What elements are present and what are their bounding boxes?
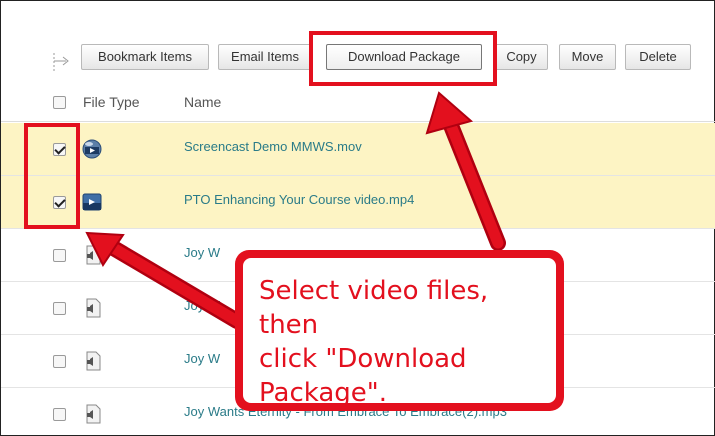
table-row[interactable]: Screencast Demo MMWS.mov bbox=[1, 123, 715, 176]
file-type-header[interactable]: File Type bbox=[83, 94, 140, 110]
file-name-link[interactable]: PTO Enhancing Your Course video.mp4 bbox=[184, 192, 414, 207]
name-header[interactable]: Name bbox=[184, 94, 221, 110]
audio-file-icon bbox=[86, 245, 101, 265]
file-name-link[interactable]: Screencast Demo MMWS.mov bbox=[184, 139, 362, 154]
audio-file-icon bbox=[86, 404, 101, 424]
video-file-icon bbox=[82, 139, 102, 159]
tree-arrow-icon bbox=[53, 53, 69, 71]
select-all-checkbox[interactable] bbox=[53, 96, 66, 109]
audio-file-icon bbox=[86, 298, 101, 318]
file-name-link[interactable]: Joy W bbox=[184, 245, 220, 260]
delete-button[interactable]: Delete bbox=[625, 44, 691, 70]
file-name-link[interactable]: Joy W bbox=[184, 298, 220, 313]
instruction-callout: Select video files, then click "Download… bbox=[235, 250, 564, 411]
row-checkbox[interactable] bbox=[53, 408, 66, 421]
email-items-button[interactable]: Email Items bbox=[218, 44, 312, 70]
row-checkbox[interactable] bbox=[53, 355, 66, 368]
callout-line: click "Download bbox=[259, 344, 467, 374]
instruction-callout-text: Select video files, then click "Download… bbox=[243, 258, 556, 408]
bookmark-items-button[interactable]: Bookmark Items bbox=[81, 44, 209, 70]
row-checkbox[interactable] bbox=[53, 302, 66, 315]
download-highlight-box bbox=[309, 31, 497, 86]
row-checkbox[interactable] bbox=[53, 249, 66, 262]
move-button[interactable]: Move bbox=[559, 44, 616, 70]
table-header: File Type Name bbox=[1, 84, 715, 122]
video-file-icon bbox=[82, 193, 102, 211]
checkbox-highlight-box bbox=[24, 123, 80, 229]
table-row[interactable]: PTO Enhancing Your Course video.mp4 bbox=[1, 176, 715, 229]
callout-line: Package". bbox=[259, 378, 387, 408]
audio-file-icon bbox=[86, 351, 101, 371]
screenshot-frame: Bookmark Items Email Items Download Pack… bbox=[0, 0, 715, 436]
copy-button[interactable]: Copy bbox=[495, 44, 548, 70]
file-name-link[interactable]: Joy W bbox=[184, 351, 220, 366]
callout-line: Select video files, then bbox=[259, 276, 489, 340]
